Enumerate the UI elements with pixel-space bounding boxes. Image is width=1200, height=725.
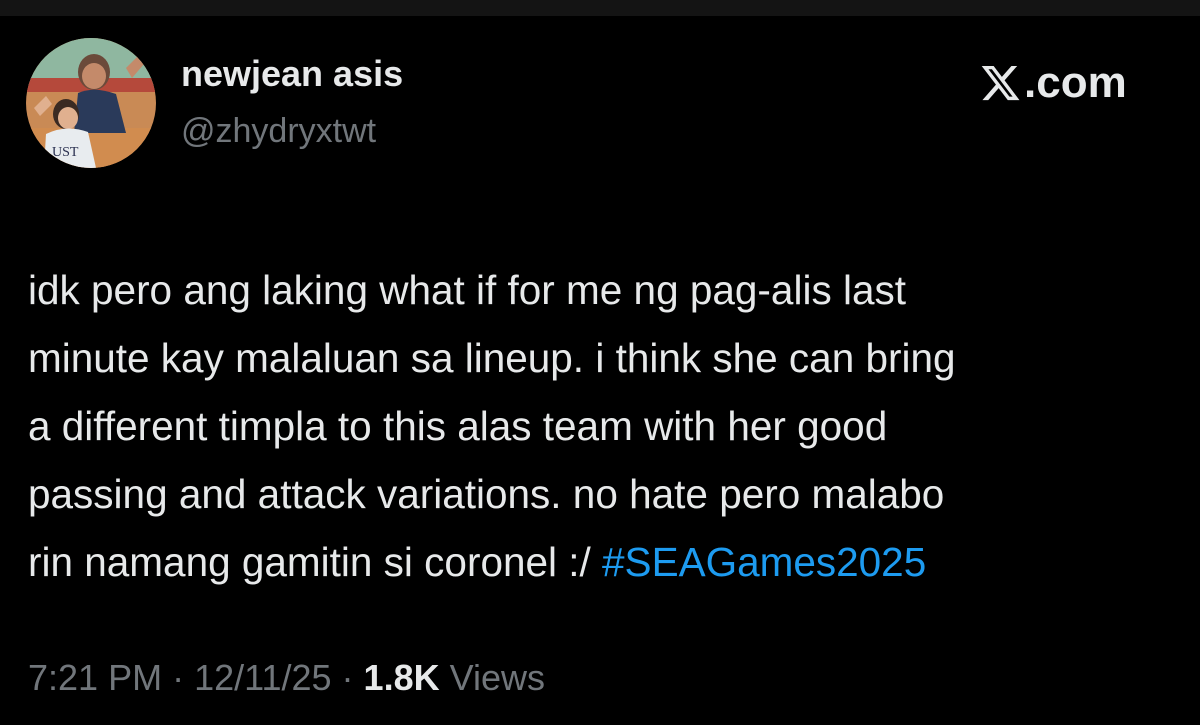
hashtag-link[interactable]: #SEAGames2025 — [602, 539, 926, 585]
brand-watermark: .com — [978, 58, 1158, 108]
tweet-line-3: a different timpla to this alas team wit… — [28, 403, 888, 449]
avatar[interactable]: UST — [26, 38, 156, 168]
avatar-image: UST — [26, 38, 156, 168]
meta-separator: · — [162, 657, 195, 698]
top-strip — [0, 0, 1200, 16]
svg-text:UST: UST — [52, 145, 79, 160]
x-logo-icon — [981, 65, 1020, 101]
tweet-line-4: passing and attack variations. no hate p… — [28, 471, 945, 517]
tweet-metadata: 7:21 PM · 12/11/25 · 1.8K Views — [28, 656, 545, 700]
tweet-time[interactable]: 7:21 PM — [28, 657, 162, 698]
tweet-line-5: rin namang gamitin si coronel :/ #SEAGam… — [28, 528, 1178, 596]
tweet-line-5-text: rin namang gamitin si coronel :/ — [28, 539, 603, 585]
tweet-date[interactable]: 12/11/25 — [194, 657, 331, 698]
author-handle[interactable]: @zhydryxtwt — [181, 110, 376, 152]
tweet-text: idk pero ang laking what if for me ng pa… — [28, 256, 1178, 596]
tweet-line-1: idk pero ang laking what if for me ng pa… — [28, 267, 906, 313]
meta-separator: · — [331, 657, 364, 698]
author-display-name[interactable]: newjean asis — [181, 52, 403, 96]
brand-domain-text: .com — [1024, 58, 1127, 107]
views-count: 1.8K — [363, 657, 440, 698]
tweet-line-2: minute kay malaluan sa lineup. i think s… — [28, 335, 956, 381]
views-label: Views — [439, 657, 545, 698]
